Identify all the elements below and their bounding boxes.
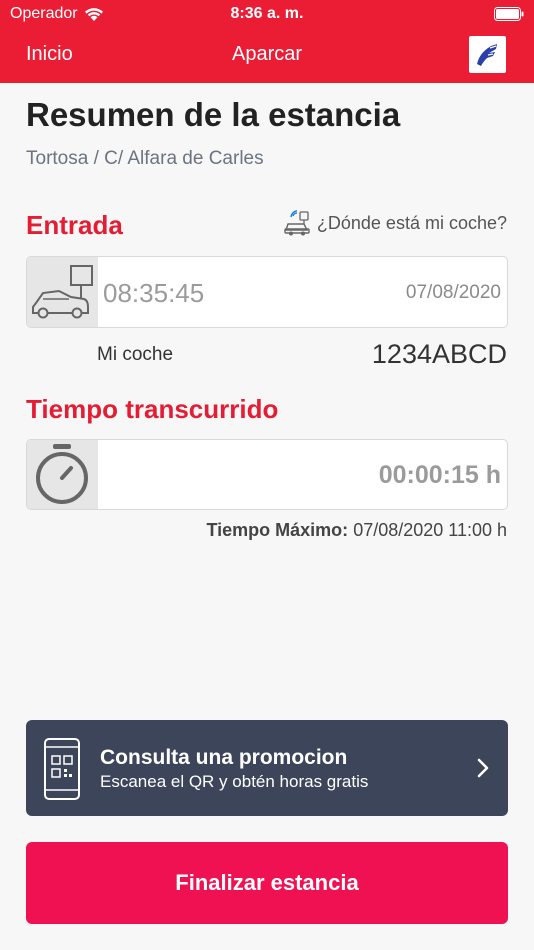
where-is-my-car-link[interactable]: ¿Dónde está mi coche?: [283, 210, 507, 236]
promo-banner[interactable]: Consulta una promocion Escanea el QR y o…: [26, 720, 508, 816]
promo-title: Consulta una promocion: [100, 746, 348, 769]
max-time-value: 07/08/2020 11:00 h: [353, 520, 507, 540]
brand-hand-icon: [477, 44, 497, 66]
entry-date: 07/08/2020: [405, 282, 501, 303]
entry-time: 08:35:45: [103, 278, 205, 308]
car-location-icon: [284, 210, 310, 236]
promo-subtitle: Escanea el QR y obtén horas gratis: [100, 772, 369, 791]
parking-location: Tortosa / C/ Alfara de Carles: [26, 148, 264, 169]
elapsed-icon-box: [27, 440, 98, 509]
status-bar: Operador 8:36 a. m.: [0, 0, 534, 30]
stopwatch-icon: [36, 444, 88, 504]
battery-icon: [494, 7, 524, 21]
max-time-label: Tiempo Máximo:: [206, 520, 349, 540]
elapsed-card: 00:00:15 h: [26, 439, 508, 510]
where-is-my-car-label: ¿Dónde está mi coche?: [316, 212, 507, 233]
my-car-label: Mi coche: [97, 344, 174, 365]
entry-icon-box: [27, 257, 98, 327]
elapsed-time: 00:00:15 h: [378, 461, 501, 489]
license-plate: 1234ABCD: [371, 339, 507, 369]
car-parking-icon: [32, 265, 93, 319]
status-time: 8:36 a. m.: [230, 5, 304, 22]
max-time-row: Tiempo Máximo: 07/08/2020 11:00 h: [206, 520, 507, 541]
elapsed-section-label: Tiempo transcurrido: [26, 394, 279, 424]
nav-title: Aparcar: [231, 43, 303, 65]
chevron-right-icon: [477, 758, 489, 778]
entry-section-label: Entrada: [26, 210, 123, 240]
app-screen: Operador 8:36 a. m. Inicio Aparcar Resum…: [0, 0, 534, 950]
page-title: Resumen de la estancia: [26, 96, 401, 133]
finish-stay-button[interactable]: Finalizar estancia: [26, 842, 508, 924]
top-bar: Operador 8:36 a. m. Inicio Aparcar: [0, 0, 534, 83]
entry-card: 08:35:45 07/08/2020: [26, 256, 508, 328]
brand-logo[interactable]: [469, 36, 506, 73]
qr-phone-icon: [44, 738, 80, 800]
